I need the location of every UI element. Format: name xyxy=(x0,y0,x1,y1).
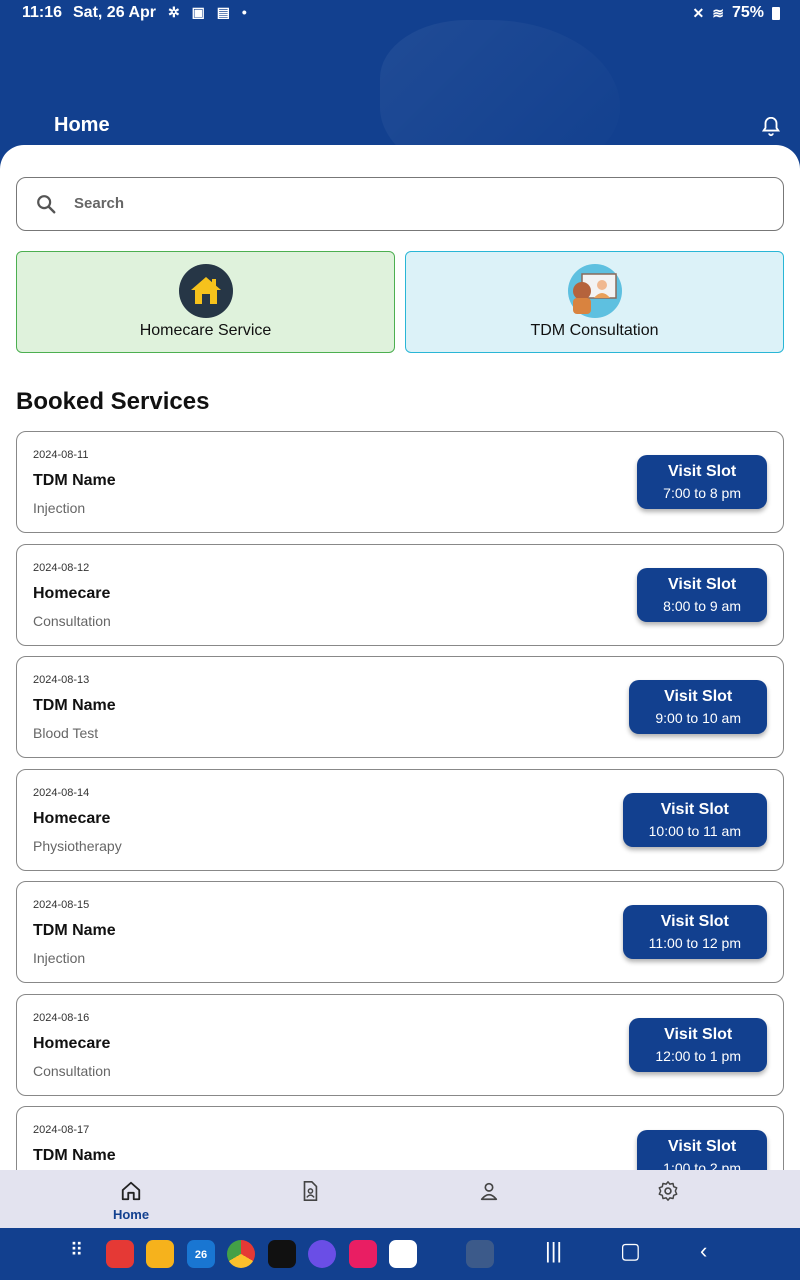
homecare-service-label: Homecare Service xyxy=(139,322,272,339)
recents-button-icon[interactable]: ||| xyxy=(545,1238,562,1264)
homecare-service-tile[interactable]: Homecare Service xyxy=(16,251,395,353)
visit-slot-button[interactable]: Visit Slot 9:00 to 10 am xyxy=(629,680,767,734)
booking-date: 2024-08-15 xyxy=(33,899,90,911)
booking-service: Consultation xyxy=(33,1062,111,1079)
booking-card[interactable]: 2024-08-12 Homecare Consultation Visit S… xyxy=(16,543,784,646)
settings-app-icon[interactable] xyxy=(466,1240,494,1268)
visit-slot-title: Visit Slot xyxy=(668,575,737,593)
visit-slot-button[interactable]: Visit Slot 7:00 to 8 pm xyxy=(637,455,767,509)
battery-icon xyxy=(772,6,780,20)
booked-services-list: 2024-08-11 TDM Name Injection Visit Slot… xyxy=(16,431,784,1170)
status-time: 11:16 xyxy=(22,4,63,21)
files-app-icon[interactable] xyxy=(146,1240,174,1268)
booking-name: TDM Name xyxy=(33,1147,116,1164)
visit-slot-time: 12:00 to 1 pm xyxy=(655,1047,741,1064)
section-title: Booked Services xyxy=(16,388,210,415)
battery-percent: 75% xyxy=(731,4,764,21)
booking-card[interactable]: 2024-08-17 TDM Name Visit Slot 1:00 to 2… xyxy=(16,1106,784,1170)
visit-slot-time: 9:00 to 10 am xyxy=(655,710,741,726)
booking-date: 2024-08-12 xyxy=(33,561,90,574)
booking-card[interactable]: 2024-08-13 TDM Name Blood Test Visit Slo… xyxy=(16,656,784,758)
calendar-app-icon[interactable]: 26 xyxy=(187,1240,215,1268)
booking-card[interactable]: 2024-08-11 TDM Name Injection Visit Slot… xyxy=(16,431,784,533)
booking-date: 2024-08-16 xyxy=(33,1011,90,1024)
visit-slot-button[interactable]: Visit Slot 10:00 to 11 am xyxy=(622,792,767,847)
booking-name: TDM Name xyxy=(33,472,116,489)
home-icon xyxy=(121,1181,141,1201)
booking-name: Homecare xyxy=(33,809,111,827)
camera-app-icon[interactable] xyxy=(349,1240,377,1268)
internet-app-icon[interactable] xyxy=(308,1240,336,1268)
status-bar: 11:16 Sat, 26 Apr ✲ ▣ ▤ • ✕ ≋ 75% xyxy=(0,0,800,28)
wifi-icon: ≋ xyxy=(712,4,724,21)
visit-slot-time: 10:00 to 11 am xyxy=(648,822,741,839)
nav-documents[interactable] xyxy=(260,1170,360,1228)
booking-date: 2024-08-14 xyxy=(33,786,90,799)
booking-service: Physiotherapy xyxy=(33,837,122,854)
tradingview-app-icon[interactable] xyxy=(268,1240,296,1268)
visit-slot-title: Visit Slot xyxy=(660,800,729,818)
calendar-day: 26 xyxy=(194,1249,208,1261)
search-icon xyxy=(37,195,56,214)
search-input[interactable]: Search xyxy=(16,177,784,231)
nav-home-label: Home xyxy=(112,1207,150,1222)
visit-slot-title: Visit Slot xyxy=(664,1025,733,1043)
visit-slot-button[interactable]: Visit Slot 11:00 to 12 pm xyxy=(622,905,767,959)
visit-slot-button[interactable]: Visit Slot 8:00 to 9 am xyxy=(637,567,767,622)
nav-home[interactable]: Home xyxy=(81,1170,181,1228)
tdm-consultation-label: TDM Consultation xyxy=(530,322,659,339)
booking-service: Consultation xyxy=(33,612,111,629)
booking-card[interactable]: 2024-08-14 Homecare Physiotherapy Visit … xyxy=(16,768,784,871)
visit-slot-time: 8:00 to 9 am xyxy=(663,597,741,614)
main-content: Search Homecare Service TDM Consultation… xyxy=(0,145,800,1170)
chrome-app-icon[interactable] xyxy=(227,1240,255,1268)
house-icon xyxy=(178,264,233,318)
booking-date: 2024-08-11 xyxy=(33,449,89,461)
settings-icon xyxy=(658,1181,678,1201)
visit-slot-time: 7:00 to 8 pm xyxy=(663,485,741,501)
booking-date: 2024-08-13 xyxy=(33,674,90,686)
bell-icon[interactable] xyxy=(760,114,782,138)
visit-slot-title: Visit Slot xyxy=(664,688,733,705)
flipboard-app-icon[interactable] xyxy=(106,1240,134,1268)
tdm-consultation-tile[interactable]: TDM Consultation xyxy=(405,251,784,353)
booking-name: Homecare xyxy=(33,584,111,602)
visit-slot-button[interactable]: Visit Slot 1:00 to 2 pm xyxy=(637,1130,767,1170)
bottom-navigation: Home xyxy=(0,1170,800,1228)
page-title: Home xyxy=(54,114,110,136)
booking-name: TDM Name xyxy=(33,697,116,714)
booking-service: Injection xyxy=(33,950,86,966)
booking-service: Blood Test xyxy=(33,725,99,741)
youtube-app-icon[interactable] xyxy=(389,1240,417,1268)
system-taskbar: ⠿ 26 ||| ▢ ‹ xyxy=(0,1228,800,1280)
status-date: Sat, 26 Apr xyxy=(73,4,156,21)
booking-date: 2024-08-17 xyxy=(33,1124,90,1136)
visit-slot-time: 1:00 to 2 pm xyxy=(663,1160,741,1170)
visit-slot-button[interactable]: Visit Slot 12:00 to 1 pm xyxy=(629,1017,767,1072)
booking-name: TDM Name xyxy=(33,922,116,939)
booking-name: Homecare xyxy=(33,1034,111,1052)
back-button-icon[interactable]: ‹ xyxy=(700,1238,707,1264)
booking-service: Injection xyxy=(33,500,86,516)
app-drawer-icon[interactable]: ⠿ xyxy=(70,1240,83,1261)
home-button-icon[interactable]: ▢ xyxy=(620,1238,641,1264)
search-placeholder: Search xyxy=(74,195,125,212)
visit-slot-title: Visit Slot xyxy=(660,913,729,930)
profile-icon xyxy=(480,1182,498,1201)
visit-slot-time: 11:00 to 12 pm xyxy=(648,935,741,951)
nav-profile[interactable] xyxy=(439,1170,539,1228)
doctor-icon xyxy=(567,264,622,318)
document-icon xyxy=(303,1181,318,1201)
visit-slot-title: Visit Slot xyxy=(668,1138,737,1155)
visit-slot-title: Visit Slot xyxy=(668,463,737,480)
booking-card[interactable]: 2024-08-16 Homecare Consultation Visit S… xyxy=(16,993,784,1096)
nav-settings[interactable] xyxy=(618,1170,718,1228)
booking-card[interactable]: 2024-08-15 TDM Name Injection Visit Slot… xyxy=(16,881,784,983)
mute-icon: ✕ xyxy=(692,4,705,21)
notification-icons: ✲ ▣ ▤ • xyxy=(168,4,251,20)
